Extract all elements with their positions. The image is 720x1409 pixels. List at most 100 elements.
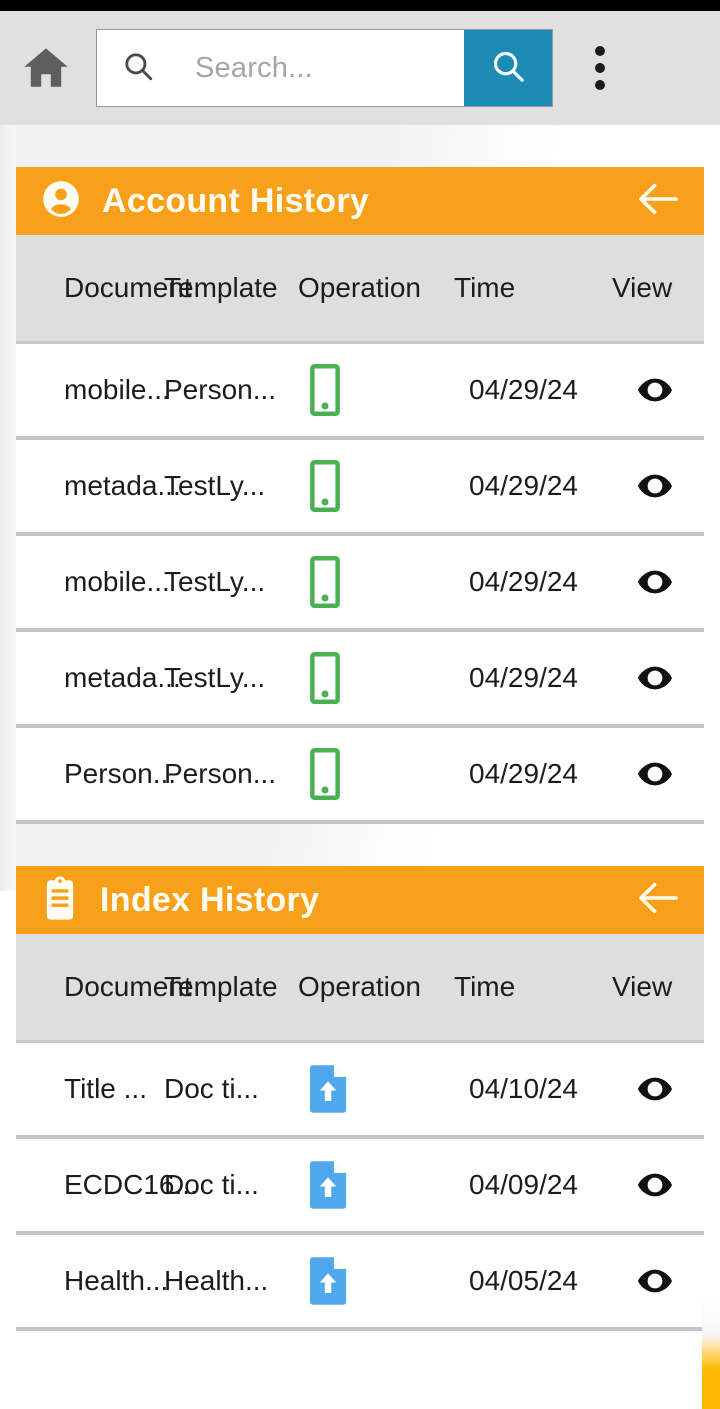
account-circle-icon	[40, 178, 82, 225]
search-icon	[121, 49, 155, 88]
table-header-row: Document Template Operation Time View	[16, 934, 704, 1043]
cell-document: mobile...	[64, 374, 170, 405]
view-button[interactable]	[588, 1077, 704, 1101]
column-header-operation: Operation	[298, 971, 421, 1002]
column-header-time: Time	[454, 272, 516, 303]
column-header-document: Document	[64, 971, 192, 1002]
arrow-left-icon[interactable]	[634, 180, 682, 223]
column-header-document: Document	[64, 272, 192, 303]
cell-template: Person...	[164, 374, 277, 405]
table-row[interactable]: ECDC16... Doc ti... 04/09/24	[16, 1139, 704, 1235]
view-button[interactable]	[588, 1269, 704, 1293]
table-row[interactable]: Title ... Doc ti... 04/10/24	[16, 1043, 704, 1139]
mobile-phone-icon	[310, 364, 340, 416]
cell-operation	[298, 652, 428, 704]
home-icon	[18, 43, 74, 93]
cell-template: Doc ti...	[164, 1169, 259, 1200]
eye-icon	[638, 666, 672, 690]
eye-icon	[638, 1269, 672, 1293]
mobile-phone-icon	[310, 556, 340, 608]
index-history-header: Index History	[16, 866, 704, 934]
cell-operation	[298, 364, 428, 416]
view-button[interactable]	[588, 570, 704, 594]
eye-icon	[638, 570, 672, 594]
eye-icon	[638, 474, 672, 498]
view-button[interactable]	[588, 474, 704, 498]
cell-document: Health...	[64, 1265, 169, 1296]
table-header-row: Document Template Operation Time View	[16, 235, 704, 344]
eye-icon	[638, 1173, 672, 1197]
cell-template: TestLy...	[164, 566, 266, 597]
eye-icon	[638, 378, 672, 402]
cell-time: 04/29/24	[469, 470, 578, 501]
top-spacer	[0, 125, 720, 167]
file-upload-icon	[310, 1065, 348, 1113]
index-history-table: Document Template Operation Time View Ti…	[16, 934, 704, 1331]
table-row[interactable]: Health... Health... 04/05/24	[16, 1235, 704, 1331]
mobile-phone-icon	[310, 460, 340, 512]
file-upload-icon	[310, 1161, 348, 1209]
eye-icon	[638, 762, 672, 786]
view-button[interactable]	[588, 666, 704, 690]
cell-operation	[298, 460, 428, 512]
table-row[interactable]: metada... TestLy... 04/29/24	[16, 632, 704, 728]
cell-operation	[298, 1065, 428, 1113]
cell-operation	[298, 556, 428, 608]
search-submit-button[interactable]	[464, 30, 552, 106]
column-header-view: View	[612, 971, 673, 1002]
cell-operation	[298, 1257, 428, 1305]
table-row[interactable]: mobile... Person... 04/29/24	[16, 344, 704, 440]
search-input[interactable]: Search...	[97, 30, 464, 106]
cell-time: 04/09/24	[469, 1169, 578, 1200]
mobile-phone-icon	[310, 748, 340, 800]
column-header-time: Time	[454, 971, 516, 1002]
table-row[interactable]: metada... TestLy... 04/29/24	[16, 440, 704, 536]
view-button[interactable]	[588, 1173, 704, 1197]
view-button[interactable]	[588, 378, 704, 402]
cell-template: Doc ti...	[164, 1073, 259, 1104]
cell-time: 04/29/24	[469, 758, 578, 789]
table-row[interactable]: Person... Person... 04/29/24	[16, 728, 704, 824]
cell-operation	[298, 1161, 428, 1209]
dot	[595, 46, 605, 56]
search-icon	[489, 47, 527, 90]
column-header-view: View	[612, 272, 673, 303]
page-content: Account History Document Template Operat…	[0, 125, 720, 1409]
search-bar[interactable]: Search...	[96, 29, 553, 107]
browser-toolbar: Search...	[0, 11, 720, 125]
cell-document: mobile...	[64, 566, 170, 597]
cell-time: 04/29/24	[469, 374, 578, 405]
cell-document: Title ...	[64, 1073, 147, 1104]
cell-time: 04/05/24	[469, 1265, 578, 1296]
cell-document: metada...	[64, 470, 181, 501]
cell-time: 04/29/24	[469, 662, 578, 693]
clipboard-icon	[40, 876, 80, 925]
column-header-template: Template	[164, 971, 278, 1002]
cell-time: 04/29/24	[469, 566, 578, 597]
view-button[interactable]	[588, 762, 704, 786]
search-placeholder: Search...	[195, 51, 313, 84]
mobile-phone-icon	[310, 652, 340, 704]
section-account-history: Account History Document Template Operat…	[0, 167, 720, 824]
cell-operation	[298, 748, 428, 800]
table-row[interactable]: mobile... TestLy... 04/29/24	[16, 536, 704, 632]
section-index-history: Index History Document Template Operatio…	[0, 866, 720, 1331]
section-title: Account History	[102, 181, 370, 220]
arrow-left-icon[interactable]	[634, 879, 682, 922]
cell-document: metada...	[64, 662, 181, 693]
eye-icon	[638, 1077, 672, 1101]
more-vertical-icon[interactable]	[567, 11, 633, 125]
cell-template: TestLy...	[164, 470, 266, 501]
cell-document: ECDC16...	[64, 1169, 198, 1200]
cell-template: TestLy...	[164, 662, 266, 693]
home-button[interactable]	[0, 11, 92, 125]
account-history-table: Document Template Operation Time View mo…	[16, 235, 704, 824]
scrollbar[interactable]	[702, 1295, 720, 1409]
cell-document: Person...	[64, 758, 177, 789]
cell-template: Health...	[164, 1265, 269, 1296]
column-header-operation: Operation	[298, 272, 421, 303]
cell-time: 04/10/24	[469, 1073, 578, 1104]
cell-template: Person...	[164, 758, 277, 789]
dot	[595, 80, 605, 90]
account-history-header: Account History	[16, 167, 704, 235]
